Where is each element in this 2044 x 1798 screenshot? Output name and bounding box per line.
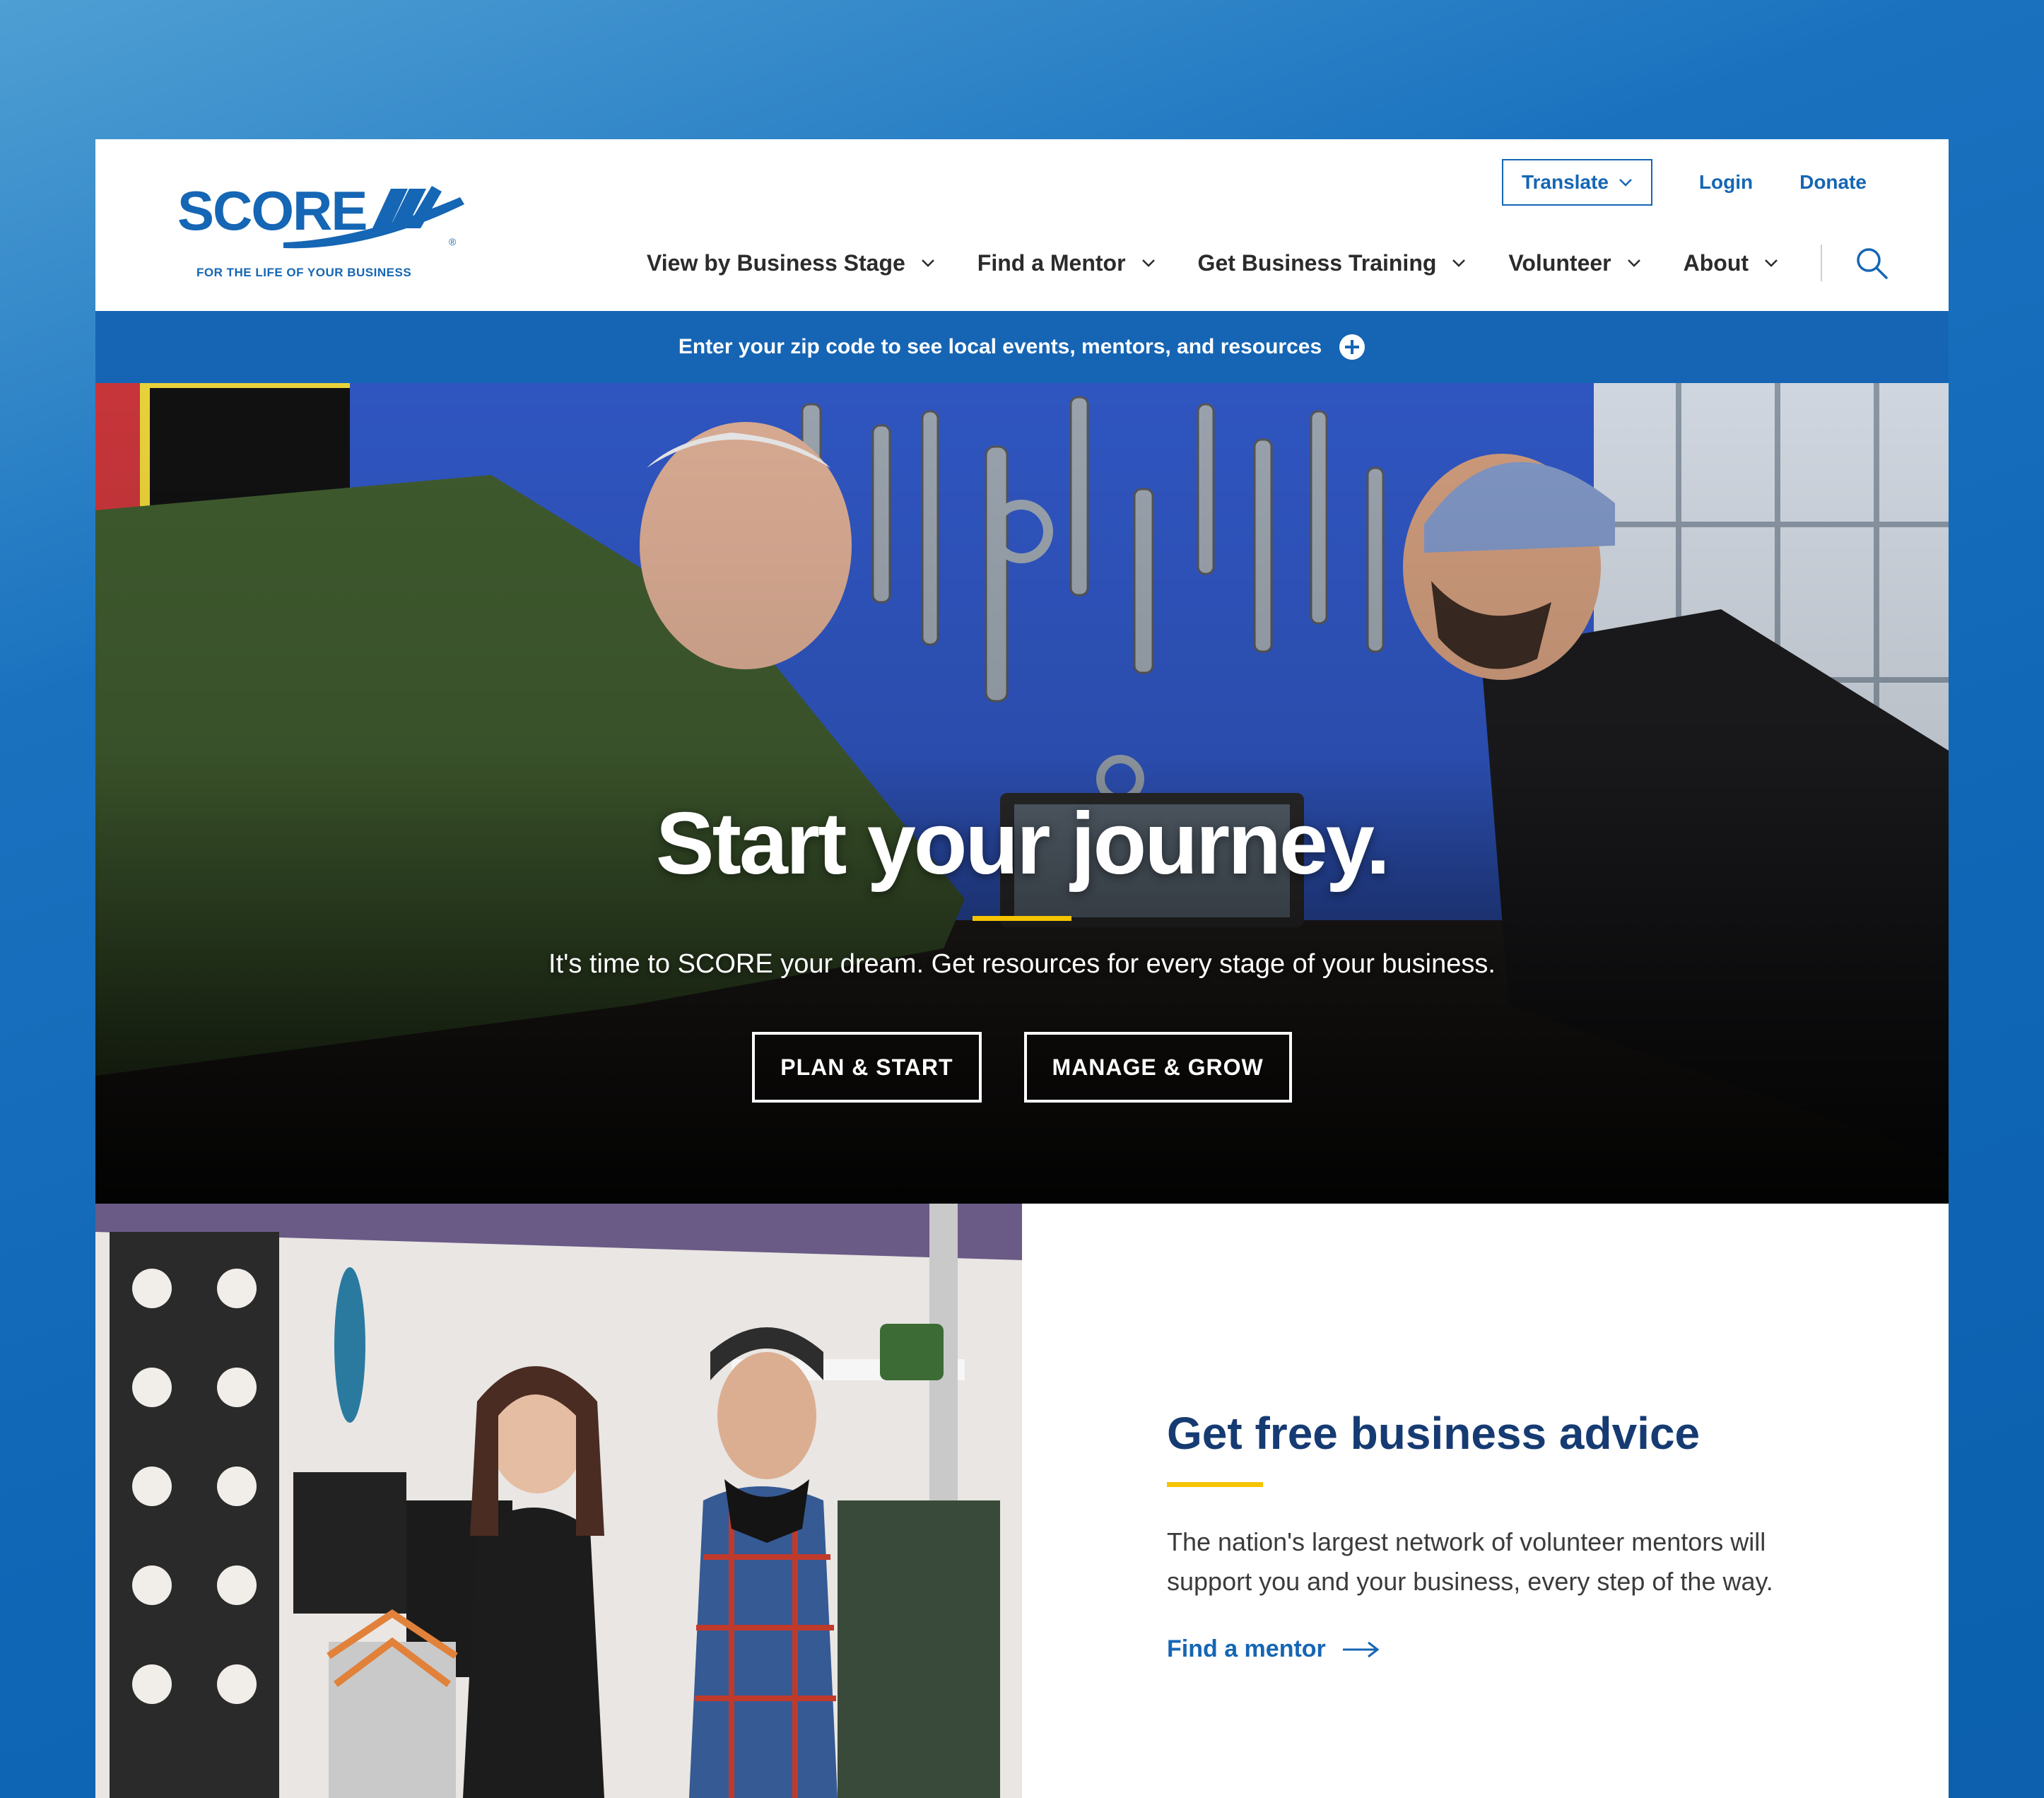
advice-title: Get free business advice — [1167, 1408, 1701, 1459]
hero-section: Start your journey. It's time to SCORE y… — [95, 383, 1949, 1204]
chevron-down-icon — [1765, 259, 1778, 267]
translate-button[interactable]: Translate — [1501, 159, 1652, 206]
nav-divider — [1821, 245, 1823, 281]
hero-buttons: PLAN & START MANAGE & GROW — [752, 1032, 1292, 1103]
nav-item-business-stage[interactable]: View by Business Stage — [647, 250, 935, 276]
nav-item-find-mentor[interactable]: Find a Mentor — [977, 250, 1156, 276]
login-link[interactable]: Login — [1699, 171, 1753, 194]
hero-content: Start your journey. It's time to SCORE y… — [95, 383, 1949, 1204]
chevron-down-icon — [1452, 259, 1466, 267]
advice-content: Get free business advice The nation's la… — [1167, 1409, 1803, 1663]
chevron-down-icon — [921, 259, 934, 267]
advice-title-underline — [1167, 1482, 1263, 1488]
chevron-down-icon — [1619, 179, 1632, 187]
chevron-down-icon — [1141, 259, 1155, 267]
nav-item-business-training[interactable]: Get Business Training — [1198, 250, 1467, 276]
plus-circle-icon[interactable] — [1339, 334, 1365, 360]
find-mentor-label: Find a mentor — [1167, 1635, 1326, 1663]
nav-item-about[interactable]: About — [1684, 250, 1778, 276]
nav-item-label: About — [1683, 249, 1749, 276]
hero-title-underline — [973, 916, 1071, 921]
zip-code-prompt: Enter your zip code to see local events,… — [678, 335, 1322, 358]
search-icon[interactable] — [1855, 246, 1889, 280]
logo-wordmark: SCORE — [177, 183, 366, 242]
score-logo[interactable]: SCORE ® FOR THE LIFE OF YOUR BUSINESS — [177, 183, 474, 282]
advice-section: Get free business advice The nation's la… — [95, 1204, 1949, 1798]
shop-photo-illustration — [95, 1204, 1022, 1798]
donate-link[interactable]: Donate — [1799, 171, 1867, 194]
page-frame: SCORE ® FOR THE LIFE OF YOUR BUSINESS Tr… — [95, 139, 1949, 1798]
score-logo-graphic: SCORE ® FOR THE LIFE OF YOUR BUSINESS — [177, 183, 464, 279]
nav-item-label: Get Business Training — [1197, 249, 1437, 276]
find-mentor-link[interactable]: Find a mentor — [1167, 1635, 1803, 1663]
nav-item-volunteer[interactable]: Volunteer — [1508, 250, 1640, 276]
utility-nav: Translate Login Donate — [1501, 159, 1867, 206]
arrow-right-icon — [1342, 1641, 1380, 1658]
shop-owners-photo — [95, 1204, 1022, 1798]
hero-subtitle: It's time to SCORE your dream. Get resou… — [548, 949, 1496, 979]
manage-grow-button[interactable]: MANAGE & GROW — [1023, 1032, 1292, 1103]
nav-item-label: Find a Mentor — [977, 249, 1126, 276]
site-header: SCORE ® FOR THE LIFE OF YOUR BUSINESS Tr… — [95, 139, 1949, 311]
translate-label: Translate — [1521, 171, 1609, 193]
hero-title: Start your journey. — [655, 795, 1390, 893]
chevron-down-icon — [1627, 259, 1640, 267]
zip-code-bar[interactable]: Enter your zip code to see local events,… — [95, 311, 1949, 383]
nav-item-label: View by Business Stage — [647, 249, 905, 276]
plan-start-button[interactable]: PLAN & START — [752, 1032, 982, 1103]
advice-body: The nation's largest network of voluntee… — [1167, 1527, 1773, 1597]
main-nav: View by Business Stage Find a Mentor Get… — [647, 245, 1889, 281]
registered-mark: ® — [449, 236, 457, 247]
nav-item-label: Volunteer — [1508, 249, 1611, 276]
logo-tagline: FOR THE LIFE OF YOUR BUSINESS — [196, 266, 411, 279]
